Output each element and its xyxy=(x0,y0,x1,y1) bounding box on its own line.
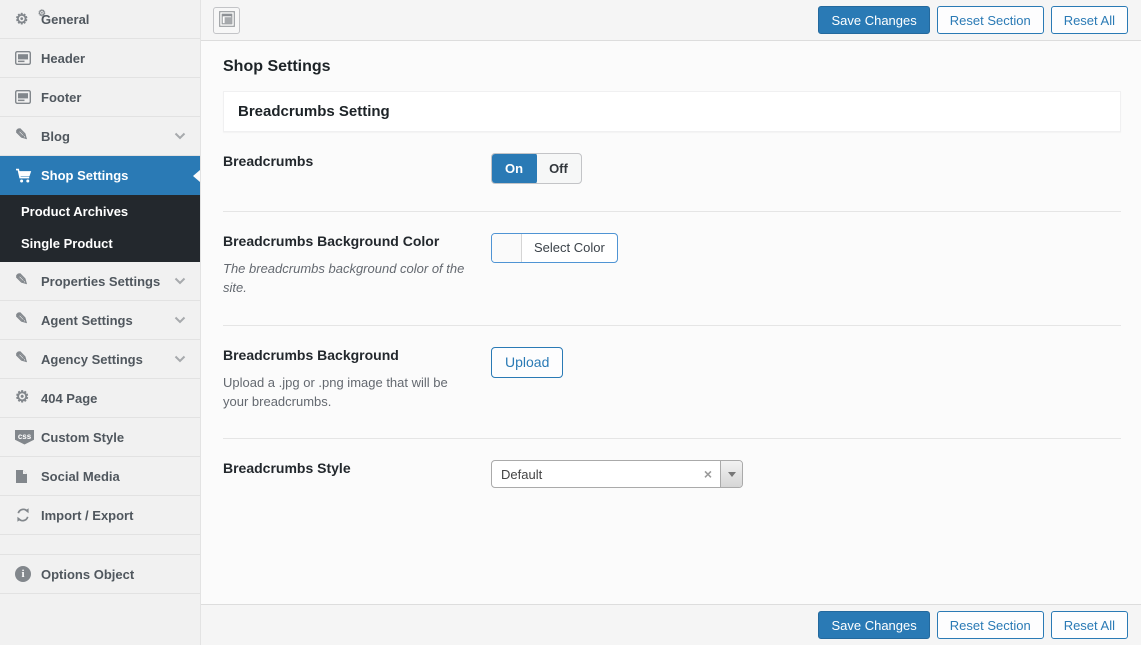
chevron-down-icon xyxy=(174,132,186,140)
layout-icon xyxy=(219,11,235,30)
sidebar-item-options-object[interactable]: i Options Object xyxy=(0,555,200,594)
bottom-toolbar-actions: Save Changes Reset Section Reset All xyxy=(818,611,1128,639)
field-control-col: Upload xyxy=(491,347,1121,412)
theme-options-window: ⚙⚙ General Header Footer ✎ Blog xyxy=(0,0,1141,645)
field-control-col: On Off xyxy=(491,153,1121,184)
select-color-label: Select Color xyxy=(522,234,617,262)
dropdown-arrow-button[interactable] xyxy=(720,461,742,487)
sidebar-subitem-label: Single Product xyxy=(21,236,113,251)
field-row-style: Breadcrumbs Style Default × xyxy=(223,439,1121,515)
sidebar-item-label: Agency Settings xyxy=(41,352,174,367)
gears-icon: ⚙⚙ xyxy=(15,12,41,27)
settings-content: Shop Settings Breadcrumbs Setting Breadc… xyxy=(201,41,1141,604)
sidebar-item-label: Import / Export xyxy=(41,508,186,523)
sidebar-filler xyxy=(0,594,200,645)
field-label-col: Breadcrumbs xyxy=(223,153,491,184)
sidebar-item-label: Header xyxy=(41,51,186,66)
cart-icon xyxy=(15,168,41,184)
gear-icon: ⚙ xyxy=(15,390,41,406)
sidebar-item-header[interactable]: Header xyxy=(0,39,200,78)
field-label-col: Breadcrumbs Style xyxy=(223,460,491,488)
field-description: The breadcrumbs background color of the … xyxy=(223,260,471,298)
section-header: Breadcrumbs Setting xyxy=(223,91,1121,132)
sidebar-item-label: General xyxy=(41,12,186,27)
top-toolbar: Save Changes Reset Section Reset All xyxy=(201,0,1141,41)
toggle-off-button[interactable]: Off xyxy=(536,154,581,183)
reset-all-button[interactable]: Reset All xyxy=(1051,6,1128,34)
sidebar-item-label: Footer xyxy=(41,90,186,105)
save-changes-button[interactable]: Save Changes xyxy=(818,6,929,34)
select-value: Default xyxy=(492,467,696,482)
field-label-col: Breadcrumbs Background Upload a .jpg or … xyxy=(223,347,491,412)
chevron-down-icon xyxy=(174,277,186,285)
field-row-breadcrumbs: Breadcrumbs On Off xyxy=(223,132,1121,212)
field-label: Breadcrumbs Background xyxy=(223,347,471,363)
sidebar-item-blog[interactable]: ✎ Blog xyxy=(0,117,200,156)
sidebar-item-agent-settings[interactable]: ✎ Agent Settings xyxy=(0,301,200,340)
field-label: Breadcrumbs Style xyxy=(223,460,471,476)
clear-icon[interactable]: × xyxy=(696,466,720,482)
sidebar-subitem-product-archives[interactable]: Product Archives xyxy=(0,195,200,227)
sidebar-item-agency-settings[interactable]: ✎ Agency Settings xyxy=(0,340,200,379)
sidebar-item-label: Shop Settings xyxy=(41,168,186,183)
sidebar-item-label: Social Media xyxy=(41,469,186,484)
sidebar-spacer xyxy=(0,535,200,555)
sidebar-item-properties-settings[interactable]: ✎ Properties Settings xyxy=(0,262,200,301)
sidebar-item-label: Properties Settings xyxy=(41,274,174,289)
section-title: Breadcrumbs Setting xyxy=(238,103,1106,120)
screen-icon xyxy=(15,90,41,104)
sidebar: ⚙⚙ General Header Footer ✎ Blog xyxy=(0,0,201,645)
field-label: Breadcrumbs xyxy=(223,153,471,169)
field-control-col: Default × xyxy=(491,460,1121,488)
save-changes-button[interactable]: Save Changes xyxy=(818,611,929,639)
sidebar-item-label: Blog xyxy=(41,129,174,144)
sidebar-item-label: 404 Page xyxy=(41,391,186,406)
sidebar-subitem-single-product[interactable]: Single Product xyxy=(0,227,200,259)
sidebar-subitem-label: Product Archives xyxy=(21,204,128,219)
field-description: Upload a .jpg or .png image that will be… xyxy=(223,374,471,412)
reset-section-button[interactable]: Reset Section xyxy=(937,611,1044,639)
upload-button[interactable]: Upload xyxy=(491,347,563,378)
layout-toggle-button[interactable] xyxy=(213,7,240,34)
sidebar-item-label: Agent Settings xyxy=(41,313,174,328)
pencil-icon: ✎ xyxy=(15,273,41,289)
breadcrumbs-style-select[interactable]: Default × xyxy=(491,460,743,488)
sidebar-item-label: Options Object xyxy=(41,567,186,582)
pencil-icon: ✎ xyxy=(15,351,41,367)
sidebar-item-footer[interactable]: Footer xyxy=(0,78,200,117)
sidebar-item-shop-settings[interactable]: Shop Settings xyxy=(0,156,200,195)
bottom-toolbar: Save Changes Reset Section Reset All xyxy=(201,604,1141,645)
chevron-down-icon xyxy=(174,355,186,363)
page-icon xyxy=(15,469,41,484)
sidebar-item-404-page[interactable]: ⚙ 404 Page xyxy=(0,379,200,418)
pencil-icon: ✎ xyxy=(15,312,41,328)
info-icon: i xyxy=(15,566,41,582)
shop-settings-submenu: Product Archives Single Product xyxy=(0,195,200,262)
sidebar-item-general[interactable]: ⚙⚙ General xyxy=(0,0,200,39)
sync-icon xyxy=(15,507,41,523)
color-swatch xyxy=(492,234,522,262)
chevron-down-icon xyxy=(174,316,186,324)
select-color-button[interactable]: Select Color xyxy=(491,233,618,263)
page-title: Shop Settings xyxy=(223,58,1121,76)
pencil-icon: ✎ xyxy=(15,128,41,144)
top-toolbar-actions: Save Changes Reset Section Reset All xyxy=(818,6,1128,34)
field-control-col: Select Color xyxy=(491,233,1121,298)
sidebar-item-import-export[interactable]: Import / Export xyxy=(0,496,200,535)
field-row-bg-color: Breadcrumbs Background Color The breadcr… xyxy=(223,212,1121,326)
sidebar-item-social-media[interactable]: Social Media xyxy=(0,457,200,496)
field-row-background: Breadcrumbs Background Upload a .jpg or … xyxy=(223,326,1121,440)
field-label-col: Breadcrumbs Background Color The breadcr… xyxy=(223,233,491,298)
screen-icon xyxy=(15,51,41,65)
reset-all-button[interactable]: Reset All xyxy=(1051,611,1128,639)
main-panel: Save Changes Reset Section Reset All Sho… xyxy=(201,0,1141,645)
chevron-down-icon xyxy=(728,472,736,477)
sidebar-item-custom-style[interactable]: css Custom Style xyxy=(0,418,200,457)
css-icon: css xyxy=(15,430,41,445)
reset-section-button[interactable]: Reset Section xyxy=(937,6,1044,34)
sidebar-item-label: Custom Style xyxy=(41,430,186,445)
breadcrumbs-toggle: On Off xyxy=(491,153,582,184)
toggle-on-button[interactable]: On xyxy=(491,153,537,184)
field-label: Breadcrumbs Background Color xyxy=(223,233,471,249)
